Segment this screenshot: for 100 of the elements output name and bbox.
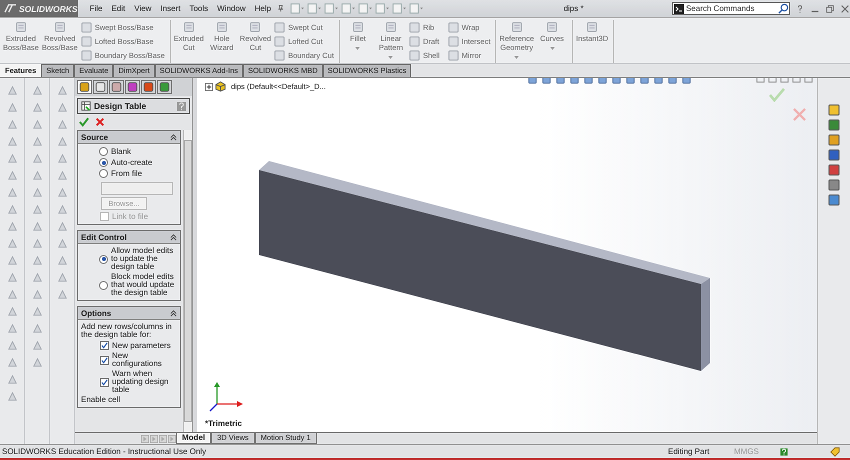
tool-icon[interactable] — [56, 271, 68, 284]
section-header[interactable]: Edit Control — [78, 231, 180, 244]
pin-icon[interactable] — [277, 4, 285, 13]
tool-icon[interactable] — [6, 101, 18, 114]
radio-button[interactable] — [99, 158, 108, 167]
toolbar-icon[interactable] — [306, 3, 322, 14]
radio-button[interactable] — [99, 254, 108, 264]
tool-icon[interactable] — [6, 152, 18, 165]
tool-icon[interactable] — [6, 237, 18, 250]
tool-icon[interactable] — [30, 101, 44, 114]
menu-item[interactable]: Help — [254, 4, 272, 13]
caret-icon[interactable] — [388, 56, 394, 59]
tool-icon[interactable] — [30, 322, 44, 335]
tool-icon[interactable] — [6, 339, 18, 352]
tag-icon[interactable] — [830, 446, 840, 456]
tool-icon[interactable] — [30, 305, 44, 318]
collapse-icon[interactable] — [170, 134, 177, 140]
search-field[interactable]: Search Commands — [686, 4, 778, 13]
tool-icon[interactable] — [56, 118, 68, 131]
tool-icon[interactable] — [30, 84, 44, 97]
tool-icon[interactable] — [6, 271, 18, 284]
task-pane-icon[interactable] — [828, 164, 840, 176]
tool-icon[interactable] — [6, 220, 18, 233]
tool-icon[interactable] — [30, 220, 44, 233]
tab[interactable]: Model — [176, 433, 212, 444]
menu-item[interactable]: Insert — [160, 4, 180, 13]
tool-icon[interactable] — [30, 254, 44, 267]
tool-icon[interactable] — [30, 118, 44, 131]
tool-icon[interactable] — [30, 356, 44, 369]
tab-scroll-icon[interactable] — [150, 434, 158, 442]
tool-icon[interactable] — [56, 135, 68, 148]
help-icon[interactable] — [177, 102, 186, 110]
toolbar-icon[interactable] — [290, 3, 305, 14]
menu-item[interactable]: View — [134, 4, 152, 13]
tab-scroll-icon[interactable] — [159, 434, 167, 442]
caret-icon[interactable] — [355, 47, 360, 50]
tool-icon[interactable] — [6, 390, 18, 403]
menu-item[interactable]: Tools — [189, 4, 208, 13]
tool-icon[interactable] — [56, 101, 68, 114]
task-pane-icon[interactable] — [828, 104, 840, 116]
radio-button[interactable] — [99, 169, 108, 178]
tool-icon[interactable] — [30, 152, 44, 165]
help-icon[interactable] — [780, 448, 788, 456]
toolbar-icon[interactable] — [340, 3, 356, 14]
scrollbar[interactable] — [183, 130, 192, 432]
tab-scroll-icon[interactable] — [141, 434, 149, 442]
tool-icon[interactable] — [56, 169, 68, 182]
tool-icon[interactable] — [6, 135, 18, 148]
tool-icon[interactable] — [30, 186, 44, 199]
radio-button[interactable] — [99, 147, 108, 156]
task-pane-icon[interactable] — [828, 194, 840, 206]
menu-item[interactable]: Edit — [111, 4, 126, 13]
task-pane-icon[interactable] — [828, 179, 840, 191]
menu-item[interactable]: File — [90, 4, 102, 13]
tool-icon[interactable] — [56, 186, 68, 199]
caret-icon[interactable] — [550, 47, 555, 50]
tool-icon[interactable] — [30, 271, 44, 284]
tool-icon[interactable] — [30, 203, 44, 216]
tool-icon[interactable] — [30, 339, 44, 352]
checkbox[interactable] — [100, 341, 109, 350]
cancel-icon[interactable] — [793, 108, 806, 121]
tool-icon[interactable] — [6, 254, 18, 267]
section-header[interactable]: Source — [78, 131, 180, 144]
checkbox[interactable] — [100, 356, 109, 364]
manager-tab-icon[interactable] — [109, 80, 124, 94]
manager-tab-icon[interactable] — [125, 80, 140, 94]
tool-icon[interactable] — [56, 203, 68, 216]
radio-button[interactable] — [99, 280, 108, 290]
search-icon[interactable] — [778, 3, 789, 14]
task-pane-icon[interactable] — [828, 149, 840, 161]
tool-icon[interactable] — [56, 254, 68, 267]
tool-icon[interactable] — [56, 84, 68, 97]
tool-icon[interactable] — [56, 288, 68, 301]
task-pane-icon[interactable] — [828, 134, 840, 146]
manager-tab-icon[interactable] — [157, 80, 172, 94]
tool-icon[interactable] — [6, 84, 18, 97]
ok-check-icon[interactable] — [79, 117, 89, 127]
tool-icon[interactable] — [6, 169, 18, 182]
task-pane-icon[interactable] — [828, 119, 840, 131]
toolbar-icon[interactable] — [392, 3, 407, 14]
tool-icon[interactable] — [56, 237, 68, 250]
manager-tab-icon[interactable] — [141, 80, 156, 94]
toolbar-icon[interactable] — [374, 3, 390, 14]
toolbar-icon[interactable] — [324, 3, 339, 14]
toolbar-icon[interactable] — [408, 3, 424, 14]
tool-icon[interactable] — [30, 169, 44, 182]
tool-icon[interactable] — [56, 220, 68, 233]
checkbox[interactable] — [100, 378, 109, 386]
caret-icon[interactable] — [514, 56, 520, 59]
restore-icon[interactable] — [825, 2, 836, 14]
tool-icon[interactable] — [6, 118, 18, 131]
tool-icon[interactable] — [6, 203, 18, 216]
tool-icon[interactable] — [30, 288, 44, 301]
cancel-icon[interactable] — [95, 117, 105, 127]
menu-item[interactable]: Window — [217, 4, 246, 13]
close-icon[interactable] — [840, 2, 850, 14]
toolbar-icon[interactable] — [358, 3, 373, 14]
tab-scroll-icon[interactable] — [168, 434, 176, 442]
collapse-icon[interactable] — [170, 234, 177, 240]
manager-tab-icon[interactable] — [93, 80, 108, 94]
